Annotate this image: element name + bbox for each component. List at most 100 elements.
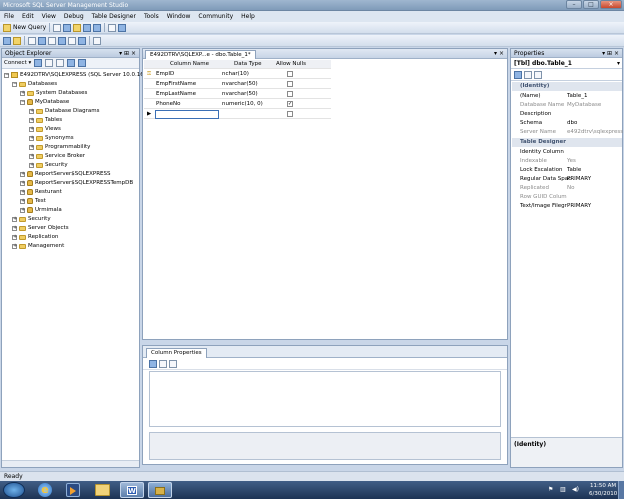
check-constraints-icon[interactable] — [68, 36, 76, 45]
generate-script-icon[interactable] — [3, 36, 11, 45]
menu-help[interactable]: Help — [237, 13, 259, 20]
horizontal-scrollbar[interactable] — [2, 460, 139, 467]
allow-nulls-checkbox[interactable] — [287, 91, 293, 97]
maximize-button[interactable]: □ — [583, 0, 599, 9]
property-value[interactable]: PRIMARY — [567, 176, 591, 182]
disconnect-icon[interactable] — [45, 59, 54, 67]
column-name-cell[interactable]: EmpFirstName — [156, 81, 196, 87]
column-name-cell[interactable]: PhoneNo — [156, 101, 181, 107]
toolbar-options-icon[interactable] — [118, 23, 127, 32]
xml-indexes-icon[interactable] — [58, 36, 66, 45]
property-value[interactable]: dbo — [567, 120, 577, 126]
tree-node-service-broker[interactable]: + Service Broker — [29, 152, 85, 160]
data-type-cell[interactable]: nchar(10) — [222, 71, 249, 77]
tree-node-replication[interactable]: + Replication — [12, 233, 58, 241]
set-primary-key-icon[interactable] — [13, 36, 21, 45]
allow-nulls-checkbox[interactable] — [287, 111, 293, 117]
indexes-icon[interactable] — [38, 36, 46, 45]
chevron-down-icon[interactable]: ▾ — [617, 58, 620, 69]
save-all-icon[interactable] — [93, 23, 102, 32]
tree-node-programmability[interactable]: + Programmability — [29, 143, 90, 151]
media-player-icon[interactable] — [66, 483, 80, 497]
menu-window[interactable]: Window — [163, 13, 195, 20]
allow-nulls-checkbox[interactable] — [287, 71, 293, 77]
tree-node-security[interactable]: + Security — [12, 215, 51, 223]
tab-table-designer[interactable]: E492DTRV\SQLEXP...e - dbo.Table_1* — [145, 50, 256, 59]
spatial-indexes-icon[interactable] — [78, 36, 86, 45]
column-name-cell[interactable]: EmpLastName — [156, 91, 196, 97]
filter-icon[interactable] — [67, 59, 76, 67]
close-button[interactable]: × — [600, 0, 622, 9]
connect-button[interactable]: Connect ▾ — [4, 60, 31, 66]
property-value[interactable]: No — [567, 185, 574, 191]
new-query-button[interactable]: New Query — [13, 24, 46, 31]
tree-node-report-server-temp[interactable]: + ReportServer$SQLEXPRESSTempDB — [20, 179, 133, 187]
new-file-icon[interactable] — [53, 23, 62, 32]
tree-node-server-objects[interactable]: + Server Objects — [12, 224, 69, 232]
property-row[interactable]: Description — [512, 110, 622, 119]
property-row[interactable]: Schema dbo — [512, 119, 622, 128]
menu-debug[interactable]: Debug — [60, 13, 88, 20]
data-type-cell[interactable]: nvarchar(50) — [222, 91, 258, 97]
clock-date[interactable]: 6/30/2010 — [589, 491, 617, 497]
property-row[interactable]: Database Name MyDatabase — [512, 101, 622, 110]
tree-node-databases[interactable]: − Databases — [12, 80, 57, 88]
fulltext-index-icon[interactable] — [48, 36, 56, 45]
new-project-icon[interactable] — [63, 23, 72, 32]
menu-file[interactable]: File — [0, 13, 18, 20]
save-icon[interactable] — [83, 23, 92, 32]
tree-node-resturant[interactable]: + Resturant — [20, 188, 62, 196]
property-row[interactable]: Identity Column — [512, 148, 622, 157]
new-column-name-input[interactable] — [155, 110, 219, 119]
explorer-icon[interactable] — [95, 484, 110, 496]
close-tab-icon[interactable]: ▾ × — [494, 50, 504, 57]
tree-node-mydatabase[interactable]: − MyDatabase — [20, 98, 69, 106]
tree-node-management[interactable]: + Management — [12, 242, 64, 250]
categorized-icon[interactable] — [149, 359, 157, 368]
connect-icon[interactable] — [34, 59, 43, 67]
allow-nulls-checkbox[interactable] — [287, 81, 293, 87]
pin-icon[interactable]: ▾ ⊞ × — [119, 49, 136, 58]
word-icon[interactable]: W — [120, 482, 144, 498]
refresh-icon[interactable] — [78, 59, 87, 67]
table-row-new[interactable]: ▶ — [144, 110, 331, 119]
property-row[interactable]: Row GUID Colum — [512, 193, 622, 202]
category-table-designer[interactable]: Table Designer — [512, 138, 622, 147]
minimize-button[interactable]: – — [566, 0, 582, 9]
tree-node-system-databases[interactable]: + System Databases — [20, 89, 87, 97]
column-name-cell[interactable]: EmpID — [156, 71, 174, 77]
menu-view[interactable]: View — [38, 13, 60, 20]
menu-table-designer[interactable]: Table Designer — [88, 13, 140, 20]
properties-object-selector[interactable]: [Tbl] dbo.Table_1 ▾ — [511, 58, 622, 69]
tree-node-report-server[interactable]: + ReportServer$SQLEXPRESS — [20, 170, 111, 178]
property-row[interactable]: (Name) Table_1 — [512, 92, 622, 101]
tree-node-synonyms[interactable]: + Synonyms — [29, 134, 74, 142]
tree-node-security-db[interactable]: + Security — [29, 161, 68, 169]
category-identity[interactable]: (Identity) — [512, 82, 622, 91]
tab-column-properties[interactable]: Column Properties — [146, 348, 207, 358]
toolbar2-options-icon[interactable] — [93, 36, 101, 45]
table-row[interactable]: ⚿ EmpID nchar(10) — [144, 70, 331, 79]
stop-icon[interactable] — [56, 59, 65, 67]
alphabetical-icon[interactable] — [524, 70, 532, 79]
tree-node-views[interactable]: + Views — [29, 125, 61, 133]
ssms-taskbar-icon[interactable] — [148, 482, 172, 498]
table-row[interactable]: EmpLastName nvarchar(50) — [144, 90, 331, 99]
property-row[interactable]: Replicated No — [512, 184, 622, 193]
property-row[interactable]: Lock Escalation Table — [512, 166, 622, 175]
property-value[interactable]: Yes — [567, 158, 576, 164]
property-row[interactable]: Indexable Yes — [512, 157, 622, 166]
activity-monitor-icon[interactable] — [108, 23, 117, 32]
property-value[interactable]: Table — [567, 167, 581, 173]
relationships-icon[interactable] — [28, 36, 36, 45]
tree-node-diagrams[interactable]: + Database Diagrams — [29, 107, 99, 115]
property-pages-icon[interactable] — [169, 359, 177, 368]
property-value[interactable]: Table_1 — [567, 93, 587, 99]
property-row[interactable]: Server Name e492dtrv\sqlexpress — [512, 128, 623, 137]
tray-network-icon[interactable]: ▥ — [560, 486, 566, 493]
property-value[interactable]: PRIMARY — [567, 203, 591, 209]
clock-time[interactable]: 11:50 AM — [590, 483, 616, 489]
property-pages-icon[interactable] — [534, 70, 542, 79]
tree-node-server[interactable]: − E492DTRV\SQLEXPRESS (SQL Server 10.0.1… — [4, 71, 151, 79]
table-row[interactable]: PhoneNo numeric(10, 0) ✓ — [144, 100, 331, 109]
